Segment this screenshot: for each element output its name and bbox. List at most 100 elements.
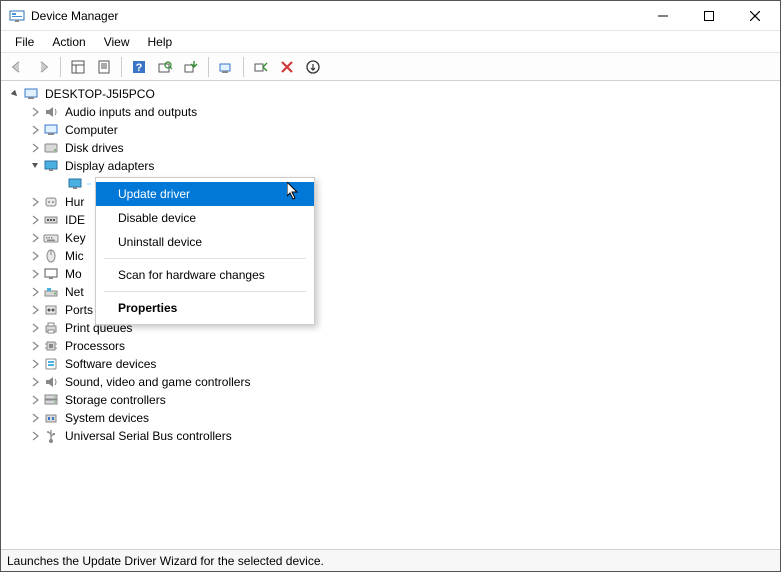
tree-category-label: Display adapters	[63, 158, 156, 174]
chevron-right-icon[interactable]	[27, 104, 43, 120]
chevron-right-icon[interactable]	[27, 392, 43, 408]
minimize-button[interactable]	[640, 1, 686, 31]
storage-icon	[43, 392, 59, 408]
window-title: Device Manager	[31, 9, 640, 23]
chevron-right-icon[interactable]	[27, 194, 43, 210]
toolbar-separator	[121, 57, 122, 77]
menu-action[interactable]: Action	[44, 33, 93, 51]
software-icon	[43, 356, 59, 372]
menu-file[interactable]: File	[7, 33, 42, 51]
chevron-right-icon[interactable]	[27, 356, 43, 372]
tree-category-label: System devices	[63, 410, 151, 426]
printer-icon	[43, 320, 59, 336]
tree-category-label: Disk drives	[63, 140, 126, 156]
context-menu-disable-device[interactable]: Disable device	[96, 206, 314, 230]
chevron-right-icon[interactable]	[27, 140, 43, 156]
scan-hardware-button[interactable]	[153, 55, 177, 79]
tree-category[interactable]: Audio inputs and outputs	[3, 103, 778, 121]
computer-icon	[23, 86, 39, 102]
tree-category-label: Storage controllers	[63, 392, 168, 408]
forward-button[interactable]	[31, 55, 55, 79]
close-button[interactable]	[732, 1, 778, 31]
tree-root[interactable]: DESKTOP-J5I5PCO	[3, 85, 778, 103]
context-menu-separator	[104, 291, 306, 292]
context-menu-uninstall-device[interactable]: Uninstall device	[96, 230, 314, 254]
system-icon	[43, 410, 59, 426]
display-icon	[67, 176, 83, 192]
enable-button[interactable]	[301, 55, 325, 79]
context-menu-properties[interactable]: Properties	[96, 296, 314, 320]
tree-category[interactable]: Universal Serial Bus controllers	[3, 427, 778, 445]
back-button[interactable]	[5, 55, 29, 79]
cpu-icon	[43, 338, 59, 354]
chevron-right-icon[interactable]	[27, 410, 43, 426]
context-menu-scan-hardware[interactable]: Scan for hardware changes	[96, 263, 314, 287]
menu-view[interactable]: View	[96, 33, 138, 51]
tree-category[interactable]: Disk drives	[3, 139, 778, 157]
chevron-right-icon[interactable]	[27, 230, 43, 246]
context-menu-separator	[104, 258, 306, 259]
tree-category-label: IDE	[63, 212, 87, 228]
tree-category-label: Sound, video and game controllers	[63, 374, 252, 390]
chevron-right-icon[interactable]	[27, 266, 43, 282]
tree-category[interactable]: System devices	[3, 409, 778, 427]
properties-button[interactable]	[92, 55, 116, 79]
tree-category[interactable]: Computer	[3, 121, 778, 139]
disable-button[interactable]	[249, 55, 273, 79]
sound-icon	[43, 374, 59, 390]
chevron-right-icon[interactable]	[27, 284, 43, 300]
menubar: File Action View Help	[1, 31, 780, 53]
maximize-button[interactable]	[686, 1, 732, 31]
uninstall-button[interactable]	[214, 55, 238, 79]
toolbar-separator	[243, 57, 244, 77]
context-menu-update-driver[interactable]: Update driver	[96, 182, 314, 206]
delete-button[interactable]	[275, 55, 299, 79]
chevron-down-icon[interactable]	[27, 158, 43, 174]
toolbar: ?	[1, 53, 780, 81]
tree-category-label: Software devices	[63, 356, 158, 372]
window-controls	[640, 1, 778, 31]
chevron-right-icon[interactable]	[27, 374, 43, 390]
toolbar-separator	[60, 57, 61, 77]
statusbar: Launches the Update Driver Wizard for th…	[1, 549, 780, 571]
expander-placeholder	[51, 176, 67, 192]
tree-category[interactable]: Storage controllers	[3, 391, 778, 409]
chevron-right-icon[interactable]	[27, 212, 43, 228]
tree-category[interactable]: Software devices	[3, 355, 778, 373]
device-tree[interactable]: DESKTOP-J5I5PCO Audio inputs and outputs…	[1, 81, 780, 549]
tree-category[interactable]: Sound, video and game controllers	[3, 373, 778, 391]
help-button[interactable]: ?	[127, 55, 151, 79]
chevron-right-icon[interactable]	[27, 302, 43, 318]
network-icon	[43, 284, 59, 300]
tree-category-label: Processors	[63, 338, 127, 354]
tree-category-label: Mic	[63, 248, 86, 264]
context-menu: Update driver Disable device Uninstall d…	[95, 177, 315, 325]
port-icon	[43, 302, 59, 318]
chevron-right-icon[interactable]	[27, 320, 43, 336]
tree-category-label: Net	[63, 284, 86, 300]
keyboard-icon	[43, 230, 59, 246]
toolbar-separator	[208, 57, 209, 77]
ide-icon	[43, 212, 59, 228]
titlebar: Device Manager	[1, 1, 780, 31]
svg-text:?: ?	[136, 62, 143, 74]
chevron-right-icon[interactable]	[27, 248, 43, 264]
chevron-right-icon[interactable]	[27, 122, 43, 138]
chevron-right-icon[interactable]	[27, 428, 43, 444]
tree-category-label: Key	[63, 230, 88, 246]
mouse-icon	[43, 248, 59, 264]
tree-category-label: Universal Serial Bus controllers	[63, 428, 234, 444]
hid-icon	[43, 194, 59, 210]
chevron-right-icon[interactable]	[27, 338, 43, 354]
display-icon	[43, 158, 59, 174]
show-hide-console-button[interactable]	[66, 55, 90, 79]
tree-category[interactable]: Display adapters	[3, 157, 778, 175]
update-driver-button[interactable]	[179, 55, 203, 79]
menu-help[interactable]: Help	[140, 33, 181, 51]
tree-category[interactable]: Processors	[3, 337, 778, 355]
tree-category-label: Mo	[63, 266, 84, 282]
tree-device-label	[87, 183, 91, 185]
monitor-icon	[43, 266, 59, 282]
expander-icon[interactable]	[7, 86, 23, 102]
tree-category-label: Audio inputs and outputs	[63, 104, 199, 120]
